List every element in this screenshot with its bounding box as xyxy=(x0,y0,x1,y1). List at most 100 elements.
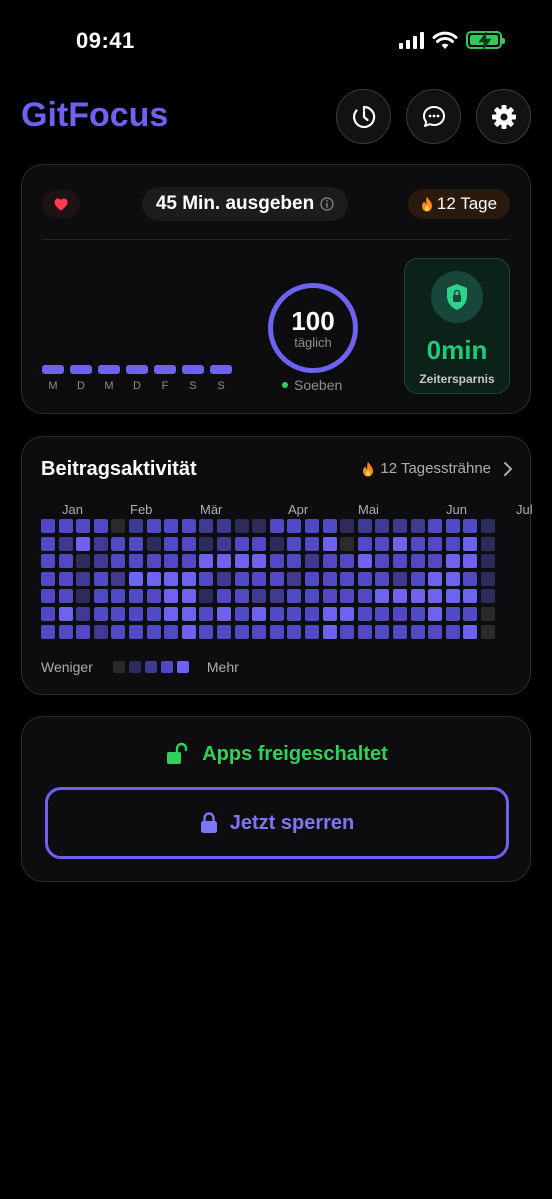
contribution-cell xyxy=(41,519,55,533)
contribution-cell xyxy=(111,589,125,603)
contribution-cell xyxy=(94,519,108,533)
time-saved-value: 0min xyxy=(426,335,488,365)
contribution-cell xyxy=(375,589,389,603)
contribution-cell xyxy=(375,625,389,639)
contribution-cell xyxy=(94,589,108,603)
battery-charging-icon xyxy=(466,31,505,50)
contribution-cell xyxy=(428,625,442,639)
contribution-cell xyxy=(235,625,249,639)
contribution-cell xyxy=(305,572,319,586)
contribution-cell xyxy=(305,519,319,533)
contribution-cell xyxy=(393,519,407,533)
contribution-cell xyxy=(463,554,477,568)
weekday-label: S xyxy=(189,380,197,392)
weekday-bar xyxy=(154,365,176,374)
contribution-cell xyxy=(182,554,196,568)
contribution-cell xyxy=(358,519,372,533)
settings-button[interactable] xyxy=(476,89,531,144)
contribution-cell xyxy=(375,554,389,568)
contribution-cell xyxy=(481,589,495,603)
contribution-cell xyxy=(428,537,442,551)
contribution-cell xyxy=(323,572,337,586)
contribution-cell xyxy=(428,572,442,586)
contribution-cell xyxy=(111,607,125,621)
time-saved-tile[interactable]: 0min Zeitersparnis xyxy=(404,258,510,394)
contribution-cell xyxy=(340,537,354,551)
contribution-cell xyxy=(129,572,143,586)
timer-button[interactable] xyxy=(336,89,391,144)
contribution-cell xyxy=(217,519,231,533)
contribution-cell xyxy=(411,625,425,639)
activity-title: Beitragsaktivität xyxy=(41,458,197,480)
contribution-cell xyxy=(481,572,495,586)
contribution-cell xyxy=(147,519,161,533)
contribution-cell xyxy=(287,625,301,639)
contribution-cell xyxy=(41,607,55,621)
contribution-cell xyxy=(76,625,90,639)
chat-button[interactable] xyxy=(406,89,461,144)
contribution-cell xyxy=(182,519,196,533)
lock-now-button[interactable]: Jetzt sperren xyxy=(45,787,509,859)
contribution-cell xyxy=(76,537,90,551)
contribution-cell xyxy=(358,589,372,603)
contribution-cell xyxy=(270,625,284,639)
contribution-cell xyxy=(199,537,213,551)
month-label: Mai xyxy=(358,502,379,517)
contribution-activity-card[interactable]: Beitragsaktivität 12 Tagessträhne Jan Feb… xyxy=(21,436,533,695)
contribution-cell xyxy=(428,554,442,568)
contribution-cell xyxy=(252,572,266,586)
contribution-cell xyxy=(323,589,337,603)
weekday-column: F xyxy=(154,365,176,392)
contribution-cell xyxy=(305,625,319,639)
contribution-cell xyxy=(305,607,319,621)
contribution-cell xyxy=(164,519,178,533)
divider xyxy=(42,239,510,240)
contribution-cell xyxy=(59,589,73,603)
spend-budget-pill[interactable]: 45 Min. ausgeben xyxy=(142,187,348,221)
contribution-cell xyxy=(305,554,319,568)
contribution-cell xyxy=(94,607,108,621)
contribution-cell xyxy=(217,589,231,603)
contribution-cell xyxy=(252,625,266,639)
cellular-signal-icon xyxy=(399,31,424,49)
streak-link[interactable]: 12 Tagessträhne xyxy=(362,460,513,477)
contribution-cell xyxy=(340,519,354,533)
contribution-cell xyxy=(199,519,213,533)
contribution-cell xyxy=(164,607,178,621)
gear-icon xyxy=(491,104,516,129)
weekday-label: M xyxy=(48,380,58,392)
daily-limit-ring[interactable]: 100 täglich xyxy=(268,283,358,373)
app-title: GitFocus xyxy=(21,96,169,134)
padlock-icon xyxy=(200,812,217,833)
contribution-cell xyxy=(111,554,125,568)
contribution-cell xyxy=(76,589,90,603)
month-label: Feb xyxy=(130,502,153,517)
live-dot xyxy=(282,382,288,388)
contribution-cell xyxy=(393,607,407,621)
flame-icon xyxy=(363,461,374,476)
contribution-cell xyxy=(305,589,319,603)
contribution-cell xyxy=(287,519,301,533)
unlocked-label: Apps freigeschaltet xyxy=(202,742,388,765)
contribution-cell xyxy=(129,537,143,551)
weekday-bar xyxy=(126,365,148,374)
contribution-cell xyxy=(287,572,301,586)
weekday-bar xyxy=(98,365,120,374)
timer-icon xyxy=(352,105,375,128)
contribution-cell xyxy=(287,537,301,551)
contribution-cell xyxy=(305,537,319,551)
legend-less-label: Weniger xyxy=(41,659,93,675)
contribution-cell xyxy=(199,607,213,621)
contribution-cell xyxy=(59,519,73,533)
month-label: Jun xyxy=(446,502,467,517)
contribution-cell xyxy=(252,519,266,533)
contribution-cell xyxy=(481,537,495,551)
contribution-cell xyxy=(375,607,389,621)
contribution-cell xyxy=(463,572,477,586)
contribution-cell xyxy=(147,554,161,568)
contribution-cell xyxy=(340,625,354,639)
contribution-cell xyxy=(94,554,108,568)
unlocked-padlock-icon xyxy=(167,742,188,764)
unlocked-status: Apps freigeschaltet xyxy=(22,742,532,766)
heart-icon xyxy=(54,198,68,210)
